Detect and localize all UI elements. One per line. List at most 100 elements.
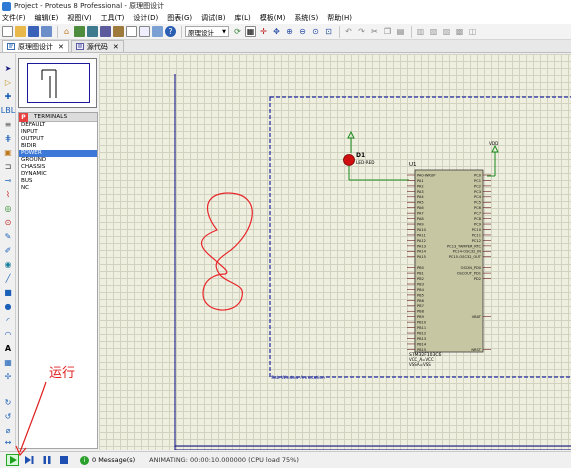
circle-2d-icon[interactable]: ● [3, 302, 13, 312]
pan-icon[interactable]: ✥ [271, 26, 282, 37]
home-icon[interactable]: ⌂ [61, 26, 72, 37]
simulation-icon[interactable] [152, 26, 163, 37]
device-pin-icon[interactable]: ⊸ [3, 176, 13, 186]
power-terminal-left[interactable] [347, 130, 355, 139]
refresh-icon[interactable]: ⟳ [232, 26, 243, 37]
box-2d-icon[interactable]: ■ [3, 288, 13, 298]
menu-view[interactable]: 视图(V) [67, 13, 91, 23]
step-button[interactable] [23, 454, 36, 466]
menu-file[interactable]: 文件(F) [2, 13, 26, 23]
pick-button[interactable]: P [19, 112, 28, 122]
text-2d-icon[interactable]: A [3, 344, 13, 354]
close-icon[interactable]: ✕ [113, 43, 119, 51]
cut-icon[interactable]: ✂ [369, 26, 380, 37]
tab-source-code[interactable]: 源代码 ✕ [70, 40, 124, 52]
text-script-icon[interactable]: ≡ [3, 120, 13, 130]
terminal-default[interactable]: DEFAULT [19, 122, 97, 129]
subcircuit-icon[interactable]: ▣ [3, 148, 13, 158]
zoom-in-icon[interactable]: ⊕ [284, 26, 295, 37]
redo-icon[interactable]: ↷ [356, 26, 367, 37]
menu-help[interactable]: 帮助(H) [327, 13, 352, 23]
menu-system[interactable]: 系统(S) [294, 13, 318, 23]
block-copy-icon[interactable]: ▥ [415, 26, 426, 37]
stop-button[interactable] [57, 454, 70, 466]
chip-stm32[interactable] [414, 169, 484, 353]
mirror-horizontal-icon[interactable]: ↔ [3, 438, 13, 448]
undo-icon[interactable]: ↶ [343, 26, 354, 37]
junction-dot-icon[interactable]: ✚ [3, 92, 13, 102]
terminal-nc[interactable]: NC [19, 185, 97, 192]
terminal-output[interactable]: OUTPUT [19, 136, 97, 143]
source-code-icon[interactable] [139, 26, 150, 37]
led-d1[interactable] [343, 154, 355, 166]
menu-template[interactable]: 模板(M) [260, 13, 286, 23]
arc-2d-icon[interactable]: ◜ [3, 316, 13, 326]
menu-edit[interactable]: 编辑(E) [35, 13, 59, 23]
pick-device-icon[interactable]: ◫ [467, 26, 478, 37]
play-button[interactable] [6, 454, 19, 466]
generator-icon[interactable]: ⊙ [3, 218, 13, 228]
save-icon[interactable] [28, 26, 39, 37]
component-mode-icon[interactable]: ▷ [3, 78, 13, 88]
close-project-icon[interactable] [41, 26, 52, 37]
terminal-power[interactable]: POWER [19, 150, 97, 157]
overview-window[interactable] [18, 58, 97, 108]
current-probe-icon[interactable]: ✐ [3, 246, 13, 256]
copy-icon[interactable]: ❐ [382, 26, 393, 37]
bus-icon[interactable]: ⋕ [3, 134, 13, 144]
schematic-canvas[interactable]: Sub Window Annotation D1 LED-RED VDD U1 … [99, 54, 571, 450]
block-delete-icon[interactable]: ▩ [454, 26, 465, 37]
symbol-2d-icon[interactable]: ▦ [3, 358, 13, 368]
tape-recorder-icon[interactable]: ◎ [3, 204, 13, 214]
open-folder-icon[interactable] [15, 26, 26, 37]
pcb-layout-icon[interactable] [87, 26, 98, 37]
virtual-instruments-icon[interactable]: ◉ [3, 260, 13, 270]
zoom-all-icon[interactable]: ⊙ [310, 26, 321, 37]
chip-pin-label: PB0 [417, 266, 425, 270]
menu-graph[interactable]: 图表(G) [167, 13, 192, 23]
terminal-bidir[interactable]: BIDIR [19, 143, 97, 150]
chip-pin-label: PC4 [474, 195, 482, 199]
origin-icon[interactable]: ✛ [258, 26, 269, 37]
help-icon[interactable]: ? [165, 26, 176, 37]
marker-2d-icon[interactable]: ✢ [3, 372, 13, 382]
terminal-dynamic[interactable]: DYNAMIC [19, 171, 97, 178]
rotate-cw-icon[interactable]: ↻ [3, 398, 13, 408]
terminals-mode-icon[interactable]: ⊐ [3, 162, 13, 172]
paste-icon[interactable]: ▤ [395, 26, 406, 37]
new-file-icon[interactable] [2, 26, 13, 37]
menu-debug[interactable]: 调试(B) [201, 13, 225, 23]
terminal-chassis[interactable]: CHASSIS [19, 164, 97, 171]
terminal-bus[interactable]: BUS [19, 178, 97, 185]
zoom-out-icon[interactable]: ⊖ [297, 26, 308, 37]
angle-field-icon[interactable]: ⌀ [3, 426, 13, 436]
terminal-input[interactable]: INPUT [19, 129, 97, 136]
messages-icon[interactable]: i [80, 455, 89, 465]
graph-mode-icon[interactable]: ⌇ [3, 190, 13, 200]
block-rotate-icon[interactable]: ▨ [441, 26, 452, 37]
line-2d-icon[interactable]: ╱ [3, 274, 13, 284]
messages-count[interactable]: 0 Message(s) [92, 456, 135, 464]
path-2d-icon[interactable]: ◠ [3, 330, 13, 340]
grid-toggle-icon[interactable]: ▦ [245, 26, 256, 37]
voltage-probe-icon[interactable]: ✎ [3, 232, 13, 242]
menu-library[interactable]: 库(L) [234, 13, 250, 23]
menu-design[interactable]: 设计(D) [133, 13, 158, 23]
schematic-icon[interactable] [74, 26, 85, 37]
terminal-ground[interactable]: GROUND [19, 157, 97, 164]
chevron-down-icon: ▼ [222, 28, 226, 35]
power-terminal-vdd[interactable] [491, 144, 499, 153]
bom-icon[interactable] [126, 26, 137, 37]
mode-dropdown[interactable]: 原理设计 ▼ [185, 26, 229, 37]
zoom-area-icon[interactable]: ⊡ [323, 26, 334, 37]
gerber-icon[interactable] [113, 26, 124, 37]
selection-mode-icon[interactable]: ➤ [3, 64, 13, 74]
menu-tools[interactable]: 工具(T) [101, 13, 125, 23]
close-icon[interactable]: ✕ [58, 43, 64, 51]
tab-schematic[interactable]: 原理图设计 ✕ [2, 40, 69, 52]
3d-view-icon[interactable] [100, 26, 111, 37]
block-move-icon[interactable]: ▧ [428, 26, 439, 37]
pause-button[interactable] [40, 454, 53, 466]
wire-label-icon[interactable]: LBL [1, 106, 15, 116]
rotate-ccw-icon[interactable]: ↺ [3, 412, 13, 422]
